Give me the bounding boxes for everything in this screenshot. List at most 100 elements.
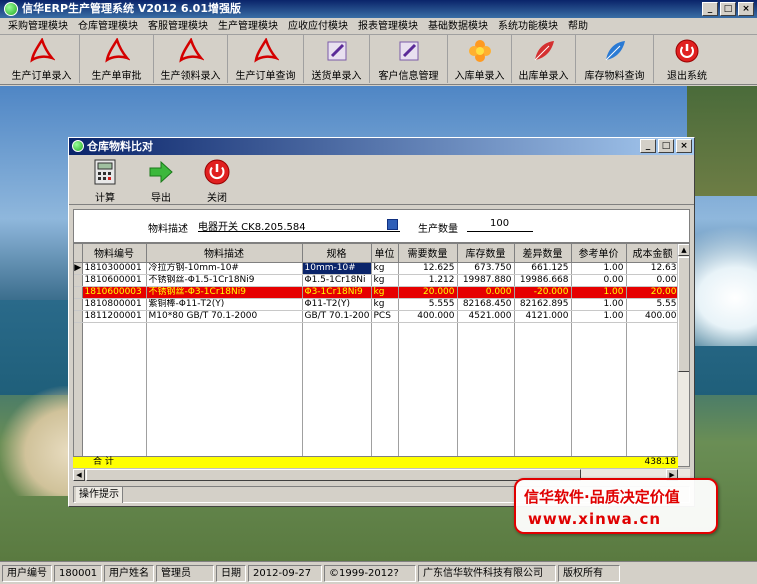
scroll-up-icon[interactable]: ▲: [678, 244, 689, 256]
header-diff-qty[interactable]: 差异数量: [514, 244, 572, 263]
header-need-qty[interactable]: 需要数量: [398, 244, 458, 263]
toolbar-material-issue-entry[interactable]: 生产领料录入: [154, 35, 228, 83]
cell-diff-qty[interactable]: 661.125: [514, 262, 572, 275]
close-window-button[interactable]: 关闭: [189, 155, 245, 204]
cell-spec[interactable]: Φ1.5-1Cr18Ni: [302, 274, 372, 287]
cell-spec-selected[interactable]: 10mm-10#: [302, 262, 372, 275]
cell-cost[interactable]: 5.55: [626, 298, 680, 311]
toolbar-customer-info[interactable]: 客户信息管理: [370, 35, 448, 83]
menu-system[interactable]: 系统功能模块: [493, 18, 563, 34]
cell-spec[interactable]: GB/T 70.1-200: [302, 310, 372, 323]
table-row[interactable]: 1810800001 紫铜棒-Φ11-T2(Y) Φ11-T2(Y) kg 5.…: [74, 298, 680, 311]
material-lookup-button[interactable]: [387, 219, 398, 230]
production-qty-input[interactable]: 100: [490, 218, 509, 229]
cell-code[interactable]: 1810800001: [82, 298, 147, 311]
cell-unit[interactable]: kg: [371, 286, 399, 299]
table-row[interactable]: 1810600001 不锈钢丝-Φ1.5-1Cr18Ni9 Φ1.5-1Cr18…: [74, 274, 680, 287]
cell-spec[interactable]: Φ3-1Cr18Ni9: [302, 286, 372, 299]
cell-need-qty[interactable]: 400.000: [398, 310, 458, 323]
menu-reports[interactable]: 报表管理模块: [353, 18, 423, 34]
toolbar-production-order-entry[interactable]: 生产订单录入: [4, 35, 80, 83]
toolbar-stock-in-entry[interactable]: 入库单录入: [448, 35, 512, 83]
material-desc-label: 物料描述: [148, 224, 188, 235]
cell-unit[interactable]: kg: [371, 274, 399, 287]
toolbar-inventory-query[interactable]: 库存物料查询: [576, 35, 654, 83]
header-cost[interactable]: 成本金额: [626, 244, 680, 263]
cell-ref-price[interactable]: 1.00: [571, 298, 627, 311]
cell-unit[interactable]: kg: [371, 262, 399, 275]
toolbar-stock-out-entry[interactable]: 出库单录入: [512, 35, 576, 83]
scroll-left-icon[interactable]: ◀: [73, 469, 85, 481]
close-button[interactable]: ×: [738, 2, 754, 16]
export-button[interactable]: 导出: [133, 155, 189, 204]
cell-cost[interactable]: 12.63: [626, 262, 680, 275]
cell-stock-qty[interactable]: 19987.880: [457, 274, 515, 287]
toolbar-production-order-query[interactable]: 生产订单查询: [228, 35, 304, 83]
header-stock-qty[interactable]: 库存数量: [457, 244, 515, 263]
pdf-icon: [29, 38, 55, 63]
cell-ref-price[interactable]: 0.00: [571, 274, 627, 287]
cell-code[interactable]: 1811200001: [82, 310, 147, 323]
cell-diff-qty[interactable]: -20.000: [514, 286, 572, 299]
cell-diff-qty[interactable]: 19986.668: [514, 274, 572, 287]
cell-cost[interactable]: 400.00: [626, 310, 680, 323]
menu-help[interactable]: 帮助: [563, 18, 593, 34]
cell-code[interactable]: 1810300001: [82, 262, 147, 275]
cell-description[interactable]: M10*80 GB/T 70.1-2000: [146, 310, 303, 323]
menu-production[interactable]: 生产管理模块: [213, 18, 283, 34]
header-code[interactable]: 物料编号: [82, 244, 147, 263]
cell-ref-price[interactable]: 1.00: [571, 262, 627, 275]
toolbar-label: 客户信息管理: [378, 71, 439, 82]
horizontal-scroll-thumb[interactable]: [86, 469, 581, 481]
cell-need-qty[interactable]: 1.212: [398, 274, 458, 287]
table-row-shortage[interactable]: 1810600003 不锈钢丝-Φ3-1Cr18Ni9 Φ3-1Cr18Ni9 …: [74, 286, 680, 299]
cell-cost[interactable]: 0.00: [626, 274, 680, 287]
cell-ref-price[interactable]: 1.00: [571, 310, 627, 323]
minimize-button[interactable]: _: [702, 2, 718, 16]
menu-finance[interactable]: 应收应付模块: [283, 18, 353, 34]
header-description[interactable]: 物料描述: [146, 244, 303, 263]
cell-unit[interactable]: PCS: [371, 310, 399, 323]
cell-need-qty[interactable]: 12.625: [398, 262, 458, 275]
cell-stock-qty[interactable]: 0.000: [457, 286, 515, 299]
cell-description[interactable]: 紫铜棒-Φ11-T2(Y): [146, 298, 303, 311]
cell-ref-price[interactable]: 1.00: [571, 286, 627, 299]
cell-description[interactable]: 冷拉方钢-10mm-10#: [146, 262, 303, 275]
toolbar-label: 库存物料查询: [584, 71, 645, 82]
vertical-scroll-thumb[interactable]: [678, 257, 689, 372]
subwindow-minimize-button[interactable]: _: [640, 139, 656, 153]
toolbar-exit-system[interactable]: 退出系统: [654, 35, 720, 83]
toolbar-delivery-entry[interactable]: 送货单录入: [304, 35, 370, 83]
cell-code[interactable]: 1810600003: [82, 286, 147, 299]
cell-need-qty[interactable]: 5.555: [398, 298, 458, 311]
cell-cost[interactable]: 20.00: [626, 286, 680, 299]
subwindow-close-button[interactable]: ×: [676, 139, 692, 153]
menu-purchase[interactable]: 采购管理模块: [3, 18, 73, 34]
cell-diff-qty[interactable]: 4121.000: [514, 310, 572, 323]
cell-description[interactable]: 不锈钢丝-Φ1.5-1Cr18Ni9: [146, 274, 303, 287]
vertical-scrollbar[interactable]: ▲: [677, 244, 689, 466]
table-row[interactable]: 1811200001 M10*80 GB/T 70.1-2000 GB/T 70…: [74, 310, 680, 323]
menu-base-data[interactable]: 基础数据模块: [423, 18, 493, 34]
calculate-button[interactable]: 计算: [77, 155, 133, 204]
row-indicator: [74, 310, 83, 323]
cell-spec[interactable]: Φ11-T2(Y): [302, 298, 372, 311]
cell-stock-qty[interactable]: 4521.000: [457, 310, 515, 323]
cell-code[interactable]: 1810600001: [82, 274, 147, 287]
hint-tab[interactable]: 操作提示: [76, 487, 123, 503]
menu-customer[interactable]: 客服管理模块: [143, 18, 213, 34]
cell-stock-qty[interactable]: 82168.450: [457, 298, 515, 311]
cell-stock-qty[interactable]: 673.750: [457, 262, 515, 275]
menu-warehouse[interactable]: 仓库管理模块: [73, 18, 143, 34]
maximize-button[interactable]: □: [720, 2, 736, 16]
toolbar-production-approval[interactable]: 生产单审批: [80, 35, 154, 83]
table-row[interactable]: ▶ 1810300001 冷拉方钢-10mm-10# 10mm-10# kg 1…: [74, 262, 680, 275]
header-ref-price[interactable]: 参考单价: [571, 244, 627, 263]
cell-need-qty[interactable]: 20.000: [398, 286, 458, 299]
header-unit[interactable]: 单位: [371, 244, 399, 263]
cell-diff-qty[interactable]: 82162.895: [514, 298, 572, 311]
subwindow-maximize-button[interactable]: □: [658, 139, 674, 153]
header-spec[interactable]: 规格: [302, 244, 372, 263]
cell-description[interactable]: 不锈钢丝-Φ3-1Cr18Ni9: [146, 286, 303, 299]
cell-unit[interactable]: kg: [371, 298, 399, 311]
